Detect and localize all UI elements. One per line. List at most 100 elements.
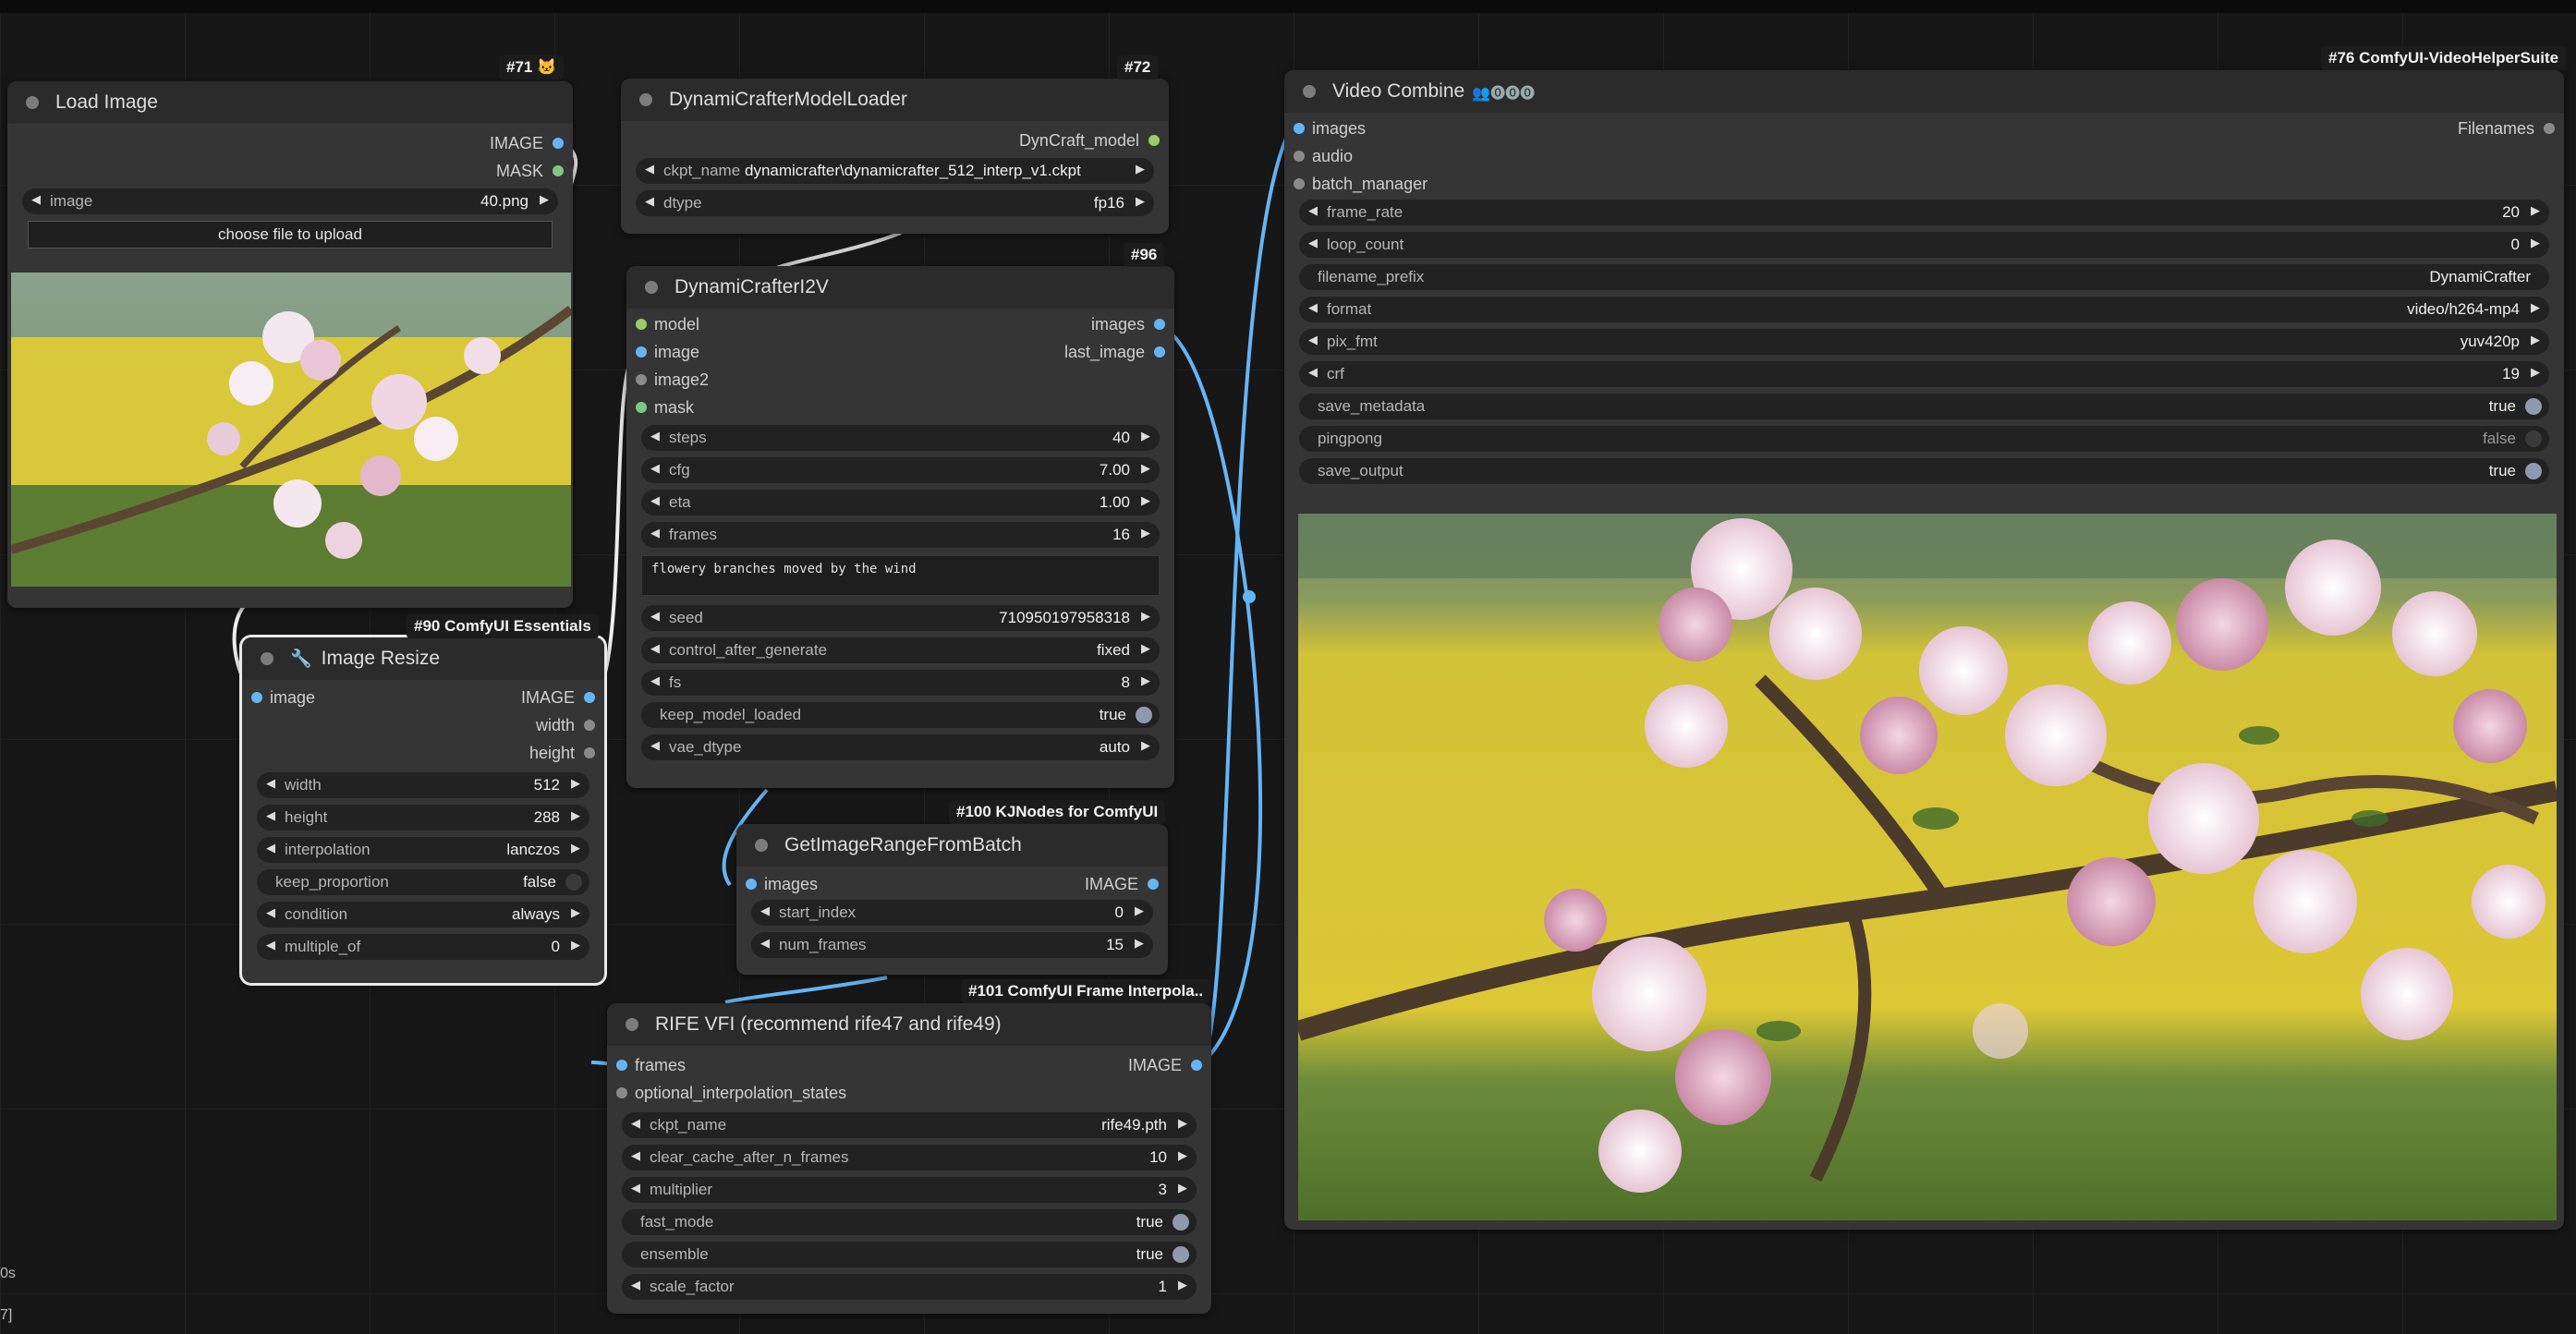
arrow-left-icon[interactable]: ◀: [650, 641, 660, 656]
input-socket-icon[interactable]: [1294, 178, 1305, 189]
pix-fmt-combo[interactable]: ◀ pix_fmt yuv420p ▶: [1299, 329, 2549, 355]
ensemble-toggle[interactable]: ensemble true: [622, 1242, 1197, 1267]
pingpong-toggle[interactable]: pingpong false: [1299, 426, 2549, 452]
vae-dtype-combo[interactable]: ◀ vae_dtype auto ▶: [641, 734, 1160, 760]
output-socket-icon[interactable]: [1154, 346, 1165, 358]
model-loader-title-bar[interactable]: DynamiCrafterModelLoader: [621, 79, 1169, 121]
input-socket-icon[interactable]: [636, 402, 647, 413]
input-socket-icon[interactable]: [636, 319, 647, 330]
output-socket-icon[interactable]: [1191, 1060, 1202, 1071]
arrow-left-icon[interactable]: ◀: [650, 461, 660, 476]
input-mask[interactable]: mask: [626, 394, 1174, 421]
input-model[interactable]: model images: [626, 310, 1174, 338]
arrow-left-icon[interactable]: ◀: [31, 192, 41, 207]
condition-combo[interactable]: ◀ condition always ▶: [257, 902, 589, 928]
output-socket-icon[interactable]: [553, 138, 564, 149]
toggle-knob-icon[interactable]: [1173, 1214, 1189, 1231]
output-dyncraft-model[interactable]: DynCraft_model: [621, 127, 1169, 154]
output-image[interactable]: IMAGE: [7, 129, 573, 157]
dynamicrafter-i2v-node[interactable]: DynamiCrafterI2V model images image last…: [626, 266, 1174, 788]
toggle-knob-icon[interactable]: [2525, 431, 2542, 447]
input-socket-icon[interactable]: [251, 692, 262, 703]
arrow-right-icon[interactable]: ▶: [571, 776, 580, 791]
arrow-right-icon[interactable]: ▶: [540, 192, 549, 207]
arrow-right-icon[interactable]: ▶: [1178, 1116, 1187, 1131]
input-socket-icon[interactable]: [616, 1060, 627, 1071]
toggle-knob-icon[interactable]: [565, 874, 582, 891]
clear-cache-number[interactable]: ◀ clear_cache_after_n_frames 10 ▶: [622, 1145, 1197, 1170]
arrow-right-icon[interactable]: ▶: [1141, 461, 1150, 476]
start-index-number[interactable]: ◀ start_index 0 ▶: [751, 900, 1153, 926]
arrow-right-icon[interactable]: ▶: [1178, 1181, 1187, 1195]
resize-title-bar[interactable]: 🔧 Image Resize: [242, 637, 604, 680]
arrow-left-icon[interactable]: ◀: [266, 841, 275, 855]
input-socket-icon[interactable]: [636, 346, 647, 358]
fs-number[interactable]: ◀ fs 8 ▶: [641, 670, 1160, 696]
toggle-knob-icon[interactable]: [1136, 707, 1152, 723]
arrow-right-icon[interactable]: ▶: [2531, 236, 2540, 250]
output-socket-icon[interactable]: [2544, 123, 2555, 134]
arrow-left-icon[interactable]: ◀: [266, 938, 275, 952]
video-preview[interactable]: [1298, 514, 2557, 1220]
frame-rate-number[interactable]: ◀ frame_rate 20 ▶: [1299, 200, 2549, 225]
output-mask[interactable]: MASK: [7, 157, 573, 185]
wire-range-to-rife[interactable]: [724, 976, 888, 1004]
arrow-left-icon[interactable]: ◀: [650, 429, 660, 443]
keep-proportion-toggle[interactable]: keep_proportion false: [257, 869, 589, 895]
model-loader-node[interactable]: DynamiCrafterModelLoader DynCraft_model …: [621, 79, 1169, 234]
cfg-number[interactable]: ◀ cfg 7.00 ▶: [641, 457, 1160, 483]
arrow-left-icon[interactable]: ◀: [760, 936, 770, 951]
multiple-of-number[interactable]: ◀ multiple_of 0 ▶: [257, 934, 589, 960]
arrow-right-icon[interactable]: ▶: [571, 905, 580, 920]
output-socket-icon[interactable]: [1148, 135, 1160, 146]
output-socket-icon[interactable]: [584, 720, 595, 731]
arrow-right-icon[interactable]: ▶: [2531, 333, 2540, 347]
multiplier-number[interactable]: ◀ multiplier 3 ▶: [622, 1177, 1197, 1203]
arrow-left-icon[interactable]: ◀: [1308, 203, 1318, 218]
arrow-left-icon[interactable]: ◀: [266, 808, 275, 823]
input-socket-icon[interactable]: [616, 1087, 627, 1098]
arrow-right-icon[interactable]: ▶: [571, 808, 580, 823]
output-width[interactable]: width: [242, 711, 604, 739]
arrow-left-icon[interactable]: ◀: [650, 738, 660, 753]
arrow-left-icon[interactable]: ◀: [650, 673, 660, 688]
output-height[interactable]: height: [242, 739, 604, 767]
load-image-title-bar[interactable]: Load Image: [7, 81, 573, 124]
format-combo[interactable]: ◀ format video/h264-mp4 ▶: [1299, 297, 2549, 322]
arrow-right-icon[interactable]: ▶: [2531, 300, 2540, 315]
collapse-dot-icon[interactable]: [1303, 85, 1316, 98]
arrow-right-icon[interactable]: ▶: [1136, 162, 1145, 176]
i2v-title-bar[interactable]: DynamiCrafterI2V: [626, 266, 1174, 309]
arrow-right-icon[interactable]: ▶: [1135, 903, 1144, 918]
image-combo[interactable]: ◀ image 40.png ▶: [22, 188, 558, 214]
filename-prefix-input[interactable]: filename_prefix DynamiCrafter: [1299, 264, 2549, 290]
ckpt-name-combo[interactable]: ◀ ckpt_name dynamicrafter\dynamicrafter_…: [636, 158, 1154, 184]
arrow-left-icon[interactable]: ◀: [1308, 236, 1318, 250]
input-batch-manager[interactable]: batch_manager: [1284, 170, 2564, 198]
num-frames-number[interactable]: ◀ num_frames 15 ▶: [751, 932, 1153, 958]
output-socket-icon[interactable]: [1148, 879, 1159, 890]
scale-factor-number[interactable]: ◀ scale_factor 1 ▶: [622, 1274, 1197, 1300]
input-frames[interactable]: frames IMAGE: [607, 1051, 1211, 1079]
keep-model-loaded-toggle[interactable]: keep_model_loaded true: [641, 702, 1160, 728]
toggle-knob-icon[interactable]: [2525, 463, 2542, 479]
arrow-left-icon[interactable]: ◀: [631, 1181, 640, 1195]
collapse-dot-icon[interactable]: [26, 96, 39, 109]
arrow-right-icon[interactable]: ▶: [1135, 936, 1144, 951]
arrow-right-icon[interactable]: ▶: [1141, 526, 1150, 540]
collapse-dot-icon[interactable]: [626, 1018, 638, 1031]
eta-number[interactable]: ◀ eta 1.00 ▶: [641, 490, 1160, 515]
rife-title-bar[interactable]: RIFE VFI (recommend rife47 and rife49): [607, 1003, 1211, 1046]
wire-i2v-images-to-video[interactable]: [1162, 326, 1263, 1066]
fast-mode-toggle[interactable]: fast_mode true: [622, 1209, 1197, 1235]
arrow-left-icon[interactable]: ◀: [650, 609, 660, 624]
frames-number[interactable]: ◀ frames 16 ▶: [641, 522, 1160, 548]
arrow-right-icon[interactable]: ▶: [2531, 365, 2540, 380]
collapse-dot-icon[interactable]: [755, 839, 768, 852]
input-socket-icon[interactable]: [1294, 151, 1305, 162]
arrow-left-icon[interactable]: ◀: [631, 1278, 640, 1292]
seed-number[interactable]: ◀ seed 710950197958318 ▶: [641, 605, 1160, 631]
steps-number[interactable]: ◀ steps 40 ▶: [641, 425, 1160, 451]
dtype-combo[interactable]: ◀ dtype fp16 ▶: [636, 190, 1154, 216]
arrow-left-icon[interactable]: ◀: [631, 1148, 640, 1163]
